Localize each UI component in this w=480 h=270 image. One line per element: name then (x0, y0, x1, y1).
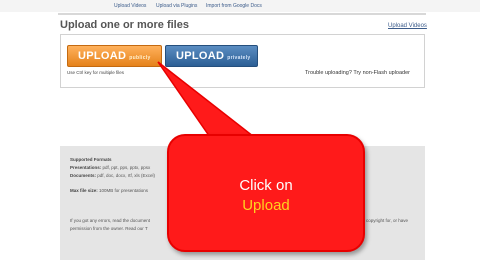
callout-line1: Click on (239, 177, 293, 194)
page-title: Upload one or more files (60, 19, 189, 31)
upload-privately-button[interactable]: UPLOAD privately (165, 45, 258, 67)
presentations-formats: Presentations: pdf, ppt, pps, pptx, ppsx (70, 165, 151, 170)
nav-link-upload-videos[interactable]: Upload Videos (114, 3, 146, 9)
documents-formats: Documents: pdf, doc, docx, rtf, xls (Exc… (70, 173, 156, 178)
copyright-fragment: copyright for, or have (366, 218, 409, 223)
top-divider (58, 13, 426, 15)
callout-text: Click on Upload (167, 176, 365, 216)
upload-privately-label: UPLOAD (176, 50, 225, 62)
upload-publicly-label: UPLOAD (78, 50, 127, 62)
upload-publicly-sublabel: publicly (129, 54, 151, 61)
terms-help-text: permission from the owner. Read our T (70, 226, 148, 231)
nav-link-upload-via-plugins[interactable]: Upload via Plugins (156, 3, 197, 9)
upload-videos-link[interactable]: Upload Videos (388, 23, 427, 29)
max-file-size: Max file size: 100MB for presentations (70, 188, 149, 193)
non-flash-uploader-link[interactable]: Trouble uploading? Try non-Flash uploade… (305, 70, 410, 76)
multiple-files-hint: Use Ctrl key for multiple files (67, 70, 125, 75)
upload-privately-sublabel: privately (227, 54, 251, 61)
nav-link-import-google-docs[interactable]: Import from Google Docs (206, 3, 262, 9)
errors-help-text: If you got any errors, read the document (70, 218, 151, 223)
upload-publicly-button[interactable]: UPLOAD publicly (67, 45, 162, 67)
callout-line2: Upload (242, 197, 290, 214)
supported-formats-heading: Supported Formats (70, 157, 112, 162)
